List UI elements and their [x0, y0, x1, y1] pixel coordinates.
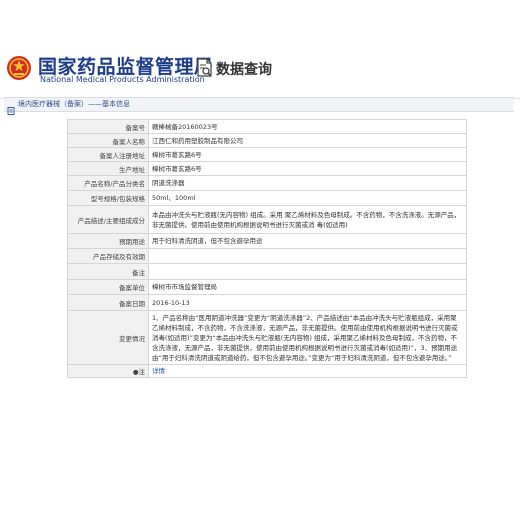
data-query-title: 数据查询 [216, 62, 272, 78]
table-row: 预期用途 用于妇科清洗阴道，但不包含避孕用途 [67, 233, 467, 249]
table-row: 备注 [67, 263, 467, 280]
table-row: 型号规格/包装规格 50ml、100ml [67, 190, 467, 206]
table-row: 备案人注册地址 樟树市葛玄路6号 [67, 147, 467, 162]
row-value: 1、产品名称由“医用阴道冲洗器”变更为“阴道洗涤器”2、产品描述由“本品由冲洗头… [148, 310, 467, 365]
row-value: 本品由冲洗头与贮液瓶(无内容物) 组成。采用 聚乙烯材料及色母制成。不含药物，不… [148, 205, 467, 234]
table-row: 备案日期 2016-10-13 [67, 294, 467, 311]
row-value: 樟树市葛玄路6号 [148, 147, 467, 162]
row-value: 江西仁和药用塑胶制品有限公司 [148, 133, 467, 148]
row-value [148, 263, 467, 280]
row-value: 樟树市市场监督管理局 [148, 279, 467, 295]
row-value: 用于妇科清洗阴道，但不包含避孕用途 [148, 233, 467, 249]
table-row: ●注 详情 [67, 364, 467, 378]
table-row: 生产地址 樟树市葛玄路6号 [67, 161, 467, 176]
detail-link[interactable]: 详情 [152, 367, 165, 375]
row-label: 产品描述/主要组成成分 [67, 205, 149, 234]
breadcrumb: 境内医疗器械（备案）——基本信息 [4, 97, 514, 115]
row-label: 备注 [67, 263, 149, 280]
table-row: 产品存储及有效期 [67, 248, 467, 264]
row-label: 备案人名称 [67, 133, 149, 148]
row-value: 樟树市葛玄路6号 [148, 161, 467, 176]
row-value: 阴道洗涤器 [148, 175, 467, 191]
row-label: 产品名称/产品分类名 [67, 175, 149, 191]
breadcrumb-text: 境内医疗器械（备案）——基本信息 [18, 100, 130, 108]
row-value: 50ml、100ml [148, 190, 467, 206]
table-row: 备案号 赣棒械备20160023号 [67, 119, 467, 134]
row-value [148, 248, 467, 264]
table-row: 产品描述/主要组成成分 本品由冲洗头与贮液瓶(无内容物) 组成。采用 聚乙烯材料… [67, 205, 467, 234]
row-label: 变更情况 [67, 310, 149, 365]
row-label: 备案人注册地址 [67, 147, 149, 162]
row-value: 2016-10-13 [148, 294, 467, 311]
row-label: 产品存储及有效期 [67, 248, 149, 264]
document-search-icon [196, 58, 214, 78]
table-row: 产品名称/产品分类名 阴道洗涤器 [67, 175, 467, 191]
document-icon [7, 100, 15, 115]
org-name-en: National Medical Products Administration [40, 75, 205, 84]
site-header: 国家药品监督管理局 National Medical Products Admi… [0, 0, 520, 99]
record-detail-table: 备案号 赣棒械备20160023号 备案人名称 江西仁和药用塑胶制品有限公司 备… [67, 119, 467, 378]
row-value: 详情 [148, 364, 467, 378]
row-label: 备案日期 [67, 294, 149, 311]
table-row: 变更情况 1、产品名称由“医用阴道冲洗器”变更为“阴道洗涤器”2、产品描述由“本… [67, 310, 467, 365]
row-label: 备案号 [67, 119, 149, 134]
row-label: 型号规格/包装规格 [67, 190, 149, 206]
row-label: 备案单位 [67, 279, 149, 295]
row-label: 预期用途 [67, 233, 149, 249]
row-label: ●注 [67, 364, 149, 378]
table-row: 备案单位 樟树市市场监督管理局 [67, 279, 467, 295]
national-emblem-icon [6, 55, 32, 81]
row-value: 赣棒械备20160023号 [148, 119, 467, 134]
row-label: 生产地址 [67, 161, 149, 176]
table-row: 备案人名称 江西仁和药用塑胶制品有限公司 [67, 133, 467, 148]
